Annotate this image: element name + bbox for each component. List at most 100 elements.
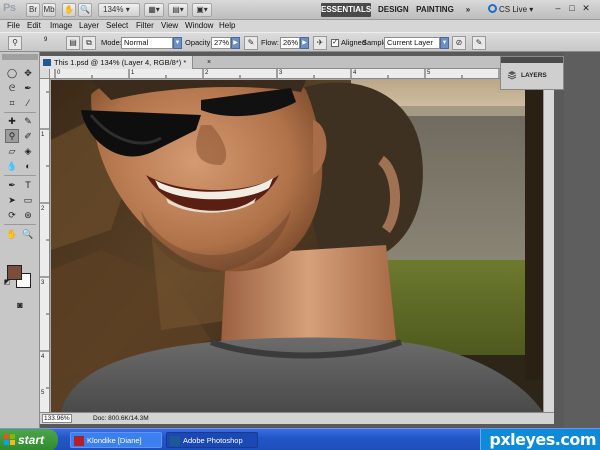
document-size-info[interactable]: Doc: 800.6K/14.3M xyxy=(93,413,149,425)
bridge-button[interactable]: Br xyxy=(26,3,40,17)
marquee-tool-icon[interactable]: ◯ xyxy=(5,66,19,80)
close-button[interactable]: ✕ xyxy=(580,3,592,15)
hand-tool-icon[interactable]: ✋ xyxy=(5,227,19,241)
vertical-ruler[interactable]: 1 2 3 4 5 xyxy=(40,79,50,412)
menu-layer[interactable]: Layer xyxy=(79,20,99,32)
document-status-bar: 133.96% Doc: 800.6K/14.3M xyxy=(40,412,554,424)
menu-window[interactable]: Window xyxy=(185,20,213,32)
cs-live-icon xyxy=(488,4,497,13)
zoom-icon[interactable]: 🔍 xyxy=(78,3,92,17)
zoom-level-dropdown[interactable]: 134% ▾ xyxy=(98,3,140,17)
taskbar-photoshop[interactable]: Adobe Photoshop CS5 xyxy=(166,432,258,448)
minimize-button[interactable]: – xyxy=(552,3,564,15)
opacity-slider-arrow[interactable]: ▶ xyxy=(231,37,240,49)
start-button[interactable]: start xyxy=(0,429,58,450)
type-tool-icon[interactable]: T xyxy=(21,178,35,192)
menu-select[interactable]: Select xyxy=(106,20,128,32)
ruler-label: 4 xyxy=(41,354,45,360)
menu-filter[interactable]: Filter xyxy=(136,20,154,32)
foreground-color-swatch[interactable] xyxy=(7,265,22,280)
view-extras-button[interactable]: ▦▾ xyxy=(144,3,164,17)
cs-live-label: CS Live xyxy=(499,5,528,14)
more-workspaces-button[interactable]: » xyxy=(462,3,474,17)
ignore-adjustment-layers-icon[interactable]: ⊘ xyxy=(452,36,466,50)
clone-stamp-tool-icon[interactable]: ⚲ xyxy=(5,129,19,143)
zoom-level-value: 134% xyxy=(103,5,124,14)
screen-mode-button[interactable]: ▣▾ xyxy=(192,3,212,17)
ruler-origin[interactable] xyxy=(40,69,50,79)
toolbox-divider xyxy=(4,224,36,225)
document-tab[interactable]: This 1.psd @ 134% (Layer 4, RGB/8*) * xyxy=(40,56,194,69)
pressure-size-icon[interactable]: ✎ xyxy=(472,36,486,50)
image-canvas[interactable] xyxy=(51,80,543,412)
vertical-scrollbar[interactable] xyxy=(543,80,554,412)
healing-brush-tool-icon[interactable]: ✚ xyxy=(5,114,19,128)
pressure-opacity-icon[interactable]: ✎ xyxy=(244,36,258,50)
document-close-icon[interactable]: × xyxy=(207,56,211,69)
start-label: start xyxy=(18,433,45,447)
3d-orbit-tool-icon[interactable]: ⊛ xyxy=(21,208,35,222)
menu-view[interactable]: View xyxy=(161,20,178,32)
taskbar-klondike[interactable]: Klondike [Diane] xyxy=(70,432,162,448)
default-colors-icon[interactable]: ◩ xyxy=(3,279,11,287)
menu-image[interactable]: Image xyxy=(50,20,72,32)
mode-select[interactable]: Normal xyxy=(121,37,173,49)
menu-edit[interactable]: Edit xyxy=(27,20,41,32)
ruler-label: 0 xyxy=(57,70,61,76)
cs-live-menu[interactable]: CS Live ▾ xyxy=(488,3,533,17)
maximize-button[interactable]: □ xyxy=(566,3,578,15)
brush-panel-icon[interactable]: ▤ xyxy=(66,36,80,50)
zoom-tool-icon[interactable]: 🔍 xyxy=(21,227,35,241)
paint-bucket-tool-icon[interactable]: ◈ xyxy=(21,144,35,158)
menu-file[interactable]: File xyxy=(7,20,20,32)
photoshop-window: Ps Br Mb ✋ 🔍 134% ▾ ▦▾ ▤▾ ▣▾ ESSENTIALS … xyxy=(0,0,600,450)
windows-flag-icon xyxy=(4,434,15,445)
move-tool-icon[interactable]: ✥ xyxy=(21,66,35,80)
arrange-documents-button[interactable]: ▤▾ xyxy=(168,3,188,17)
menu-help[interactable]: Help xyxy=(219,20,235,32)
clone-source-panel-icon[interactable]: ⧉ xyxy=(82,36,96,50)
sample-select[interactable]: Current Layer xyxy=(384,37,440,49)
eyedropper-tool-icon[interactable]: ⁄ xyxy=(21,96,35,110)
quick-mask-icon[interactable]: ◙ xyxy=(13,298,27,312)
shape-tool-icon[interactable]: ▭ xyxy=(21,193,35,207)
path-selection-tool-icon[interactable]: ➤ xyxy=(5,193,19,207)
horizontal-ruler-ticks xyxy=(54,69,537,78)
workspace-painting[interactable]: PAINTING xyxy=(416,3,454,17)
menu-bar: File Edit Image Layer Select Filter View… xyxy=(0,20,600,32)
hand-icon[interactable]: ✋ xyxy=(62,3,76,17)
taskbar-klondike-label: Klondike [Diane] xyxy=(87,436,142,445)
flow-input[interactable]: 26% xyxy=(280,37,300,49)
layers-panel-label: LAYERS xyxy=(521,72,547,79)
toolbox: ◯ ✥ ᘓ ✒ ⌗ ⁄ ✚ ✎ ⚲ ✐ ▱ ◈ 💧 ◐ ✒ T ➤ ▭ ⟳ ⊛ … xyxy=(0,52,40,428)
3d-rotate-tool-icon[interactable]: ⟳ xyxy=(5,208,19,222)
lasso-tool-icon[interactable]: ᘓ xyxy=(5,81,19,95)
airbrush-icon[interactable]: ✈ xyxy=(313,36,327,50)
ruler-label: 5 xyxy=(427,70,431,76)
document-tab-bar: This 1.psd @ 134% (Layer 4, RGB/8*) * × xyxy=(40,56,554,69)
opacity-input[interactable]: 27% xyxy=(211,37,231,49)
toolbox-header[interactable] xyxy=(2,54,38,60)
brush-tool-icon[interactable]: ✎ xyxy=(21,114,35,128)
mini-bridge-button[interactable]: Mb xyxy=(42,3,56,17)
workspace-essentials[interactable]: ESSENTIALS xyxy=(321,3,371,17)
blur-tool-icon[interactable]: 💧 xyxy=(5,159,19,173)
crop-tool-icon[interactable]: ⌗ xyxy=(5,96,19,110)
workspace-design[interactable]: DESIGN xyxy=(378,3,409,17)
clone-stamp-preset-icon[interactable]: ⚲ xyxy=(8,36,22,50)
brush-size-value[interactable]: 9 xyxy=(44,34,47,46)
pen-tool-icon[interactable]: ✒ xyxy=(5,178,19,192)
layers-panel[interactable]: LAYERS xyxy=(500,56,564,90)
dodge-tool-icon[interactable]: ◐ xyxy=(21,159,35,173)
layers-panel-header[interactable] xyxy=(501,57,563,63)
history-brush-tool-icon[interactable]: ✐ xyxy=(21,129,35,143)
status-zoom-field[interactable]: 133.96% xyxy=(42,414,72,423)
sample-dropdown-arrow[interactable]: ▼ xyxy=(440,37,449,49)
horizontal-ruler[interactable]: 0 1 2 3 4 5 6 xyxy=(50,69,554,79)
eraser-tool-icon[interactable]: ▱ xyxy=(5,144,19,158)
ruler-label: 2 xyxy=(41,206,45,212)
aligned-checkbox[interactable]: ✓ xyxy=(331,39,339,47)
quick-selection-tool-icon[interactable]: ✒ xyxy=(21,81,35,95)
flow-slider-arrow[interactable]: ▶ xyxy=(300,37,309,49)
mode-dropdown-arrow[interactable]: ▼ xyxy=(173,37,182,49)
